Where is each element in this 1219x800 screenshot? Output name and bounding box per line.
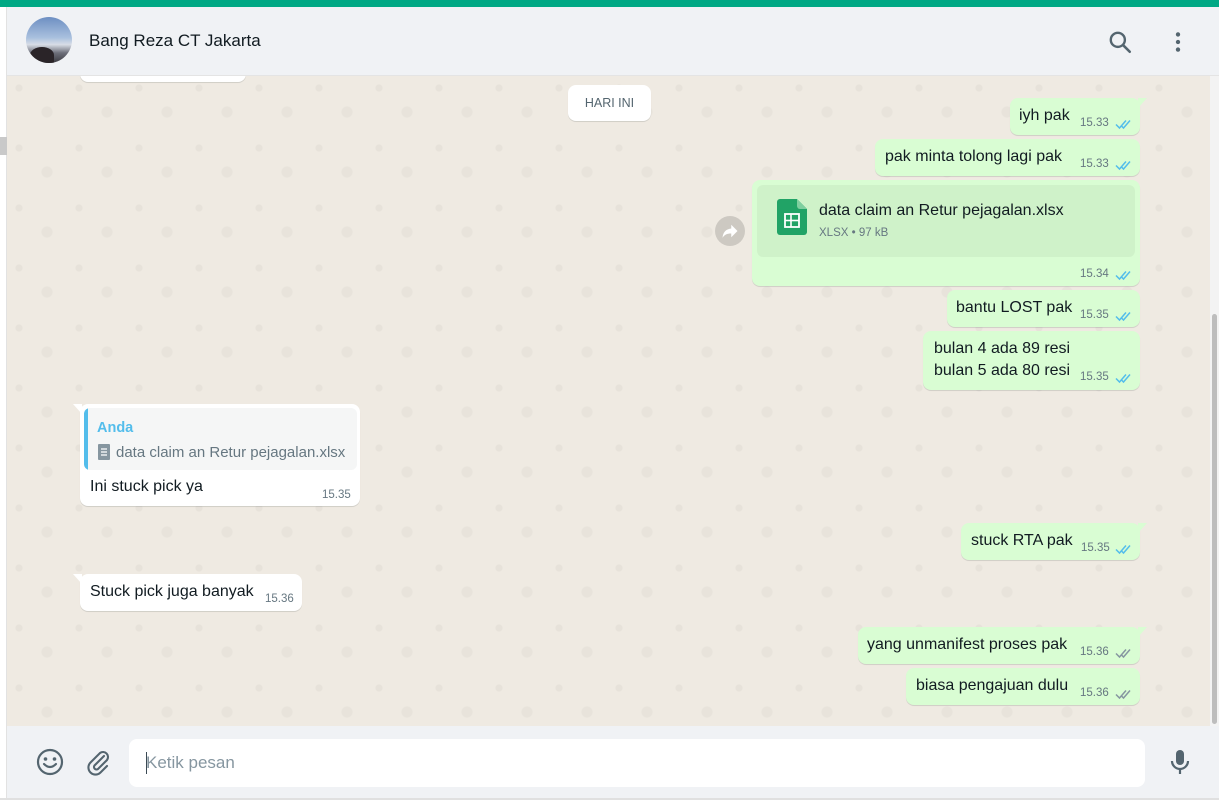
- contact-name[interactable]: Bang Reza CT Jakarta: [89, 31, 261, 51]
- message-list[interactable]: HARI INI iyh pak 15.33 pak minta tolong …: [7, 76, 1210, 726]
- delivered-ticks-icon: [1115, 649, 1131, 659]
- document-icon: [98, 444, 110, 460]
- message-text: pak minta tolong lagi pak: [885, 148, 1062, 165]
- message-bubble-outgoing[interactable]: iyh pak 15.33: [1010, 98, 1147, 135]
- top-accent-bar: [0, 0, 1219, 7]
- read-ticks-icon: [1115, 271, 1131, 281]
- paperclip-icon[interactable]: [83, 747, 113, 777]
- message-time: 15.35: [1081, 542, 1110, 554]
- quoted-message[interactable]: Anda data claim an Retur pejagalan.xlsx: [84, 408, 357, 470]
- search-icon[interactable]: [1107, 29, 1133, 55]
- message-text: iyh pak: [1019, 107, 1070, 124]
- document-message-bubble[interactable]: data claim an Retur pejagalan.xlsx XLSX …: [752, 180, 1140, 286]
- chat-header[interactable]: Bang Reza CT Jakarta: [7, 7, 1219, 76]
- text-caret: [146, 752, 147, 774]
- message-bubble-outgoing[interactable]: pak minta tolong lagi pak 15.33: [875, 139, 1140, 176]
- quoted-author: Anda: [97, 420, 134, 436]
- read-ticks-icon: [1115, 161, 1131, 171]
- document-card[interactable]: data claim an Retur pejagalan.xlsx XLSX …: [757, 185, 1135, 257]
- contact-avatar[interactable]: [26, 17, 72, 63]
- message-composer: [7, 726, 1219, 800]
- message-time: 15.33: [1080, 117, 1109, 129]
- read-ticks-icon: [1115, 374, 1131, 384]
- message-bubble-incoming[interactable]: Stuck pick juga banyak 15.36: [73, 574, 302, 611]
- delivered-ticks-icon: [1115, 690, 1131, 700]
- microphone-icon[interactable]: [1165, 747, 1195, 777]
- message-input[interactable]: [129, 739, 1145, 787]
- chat-scrollbar-thumb[interactable]: [1212, 314, 1217, 724]
- message-bubble-outgoing[interactable]: bantu LOST pak 15.35: [947, 290, 1140, 327]
- read-ticks-icon: [1115, 312, 1131, 322]
- message-text: Ini stuck pick ya: [90, 478, 203, 495]
- message-time: 15.34: [1080, 268, 1109, 280]
- message-text: bantu LOST pak: [956, 299, 1073, 316]
- read-ticks-icon: [1115, 120, 1131, 130]
- message-time: 15.36: [265, 593, 294, 605]
- message-text: biasa pengajuan dulu: [916, 677, 1069, 694]
- forward-button[interactable]: [715, 216, 745, 246]
- message-time: 15.33: [1080, 158, 1109, 170]
- kebab-menu-icon[interactable]: [1165, 29, 1191, 55]
- read-ticks-icon: [1115, 545, 1131, 555]
- message-time: 15.35: [322, 489, 351, 501]
- emoji-icon[interactable]: [35, 747, 65, 777]
- message-text-line: bulan 4 ada 89 resi: [934, 340, 1071, 357]
- message-time: 15.36: [1080, 646, 1109, 658]
- message-bubble-outgoing[interactable]: bulan 4 ada 89 resi bulan 5 ada 80 resi …: [923, 331, 1140, 390]
- message-time: 15.36: [1080, 687, 1109, 699]
- message-time: 15.35: [1080, 309, 1109, 321]
- spreadsheet-icon: [777, 199, 807, 235]
- message-bubble-incoming[interactable]: Anda data claim an Retur pejagalan.xlsx …: [73, 404, 360, 506]
- day-separator: HARI INI: [568, 85, 651, 121]
- previous-message-bubble: [80, 76, 246, 82]
- message-time: 15.35: [1080, 371, 1109, 383]
- message-text-line: bulan 5 ada 80 resi: [934, 362, 1071, 379]
- message-bubble-outgoing[interactable]: stuck RTA pak 15.35: [961, 523, 1147, 560]
- document-file-meta: XLSX • 97 kB: [819, 227, 889, 239]
- message-bubble-outgoing[interactable]: yang unmanifest proses pak 15.36: [858, 627, 1147, 664]
- forward-icon: [722, 224, 738, 238]
- left-panel-edge: [0, 7, 7, 800]
- message-text: yang unmanifest proses pak: [867, 636, 1068, 653]
- message-bubble-outgoing[interactable]: biasa pengajuan dulu 15.36: [906, 668, 1140, 705]
- message-text: Stuck pick juga banyak: [90, 583, 254, 600]
- message-text: stuck RTA pak: [971, 532, 1073, 549]
- quoted-text: data claim an Retur pejagalan.xlsx: [116, 444, 346, 461]
- document-file-name: data claim an Retur pejagalan.xlsx: [819, 202, 1064, 219]
- left-panel-marker: [0, 137, 7, 155]
